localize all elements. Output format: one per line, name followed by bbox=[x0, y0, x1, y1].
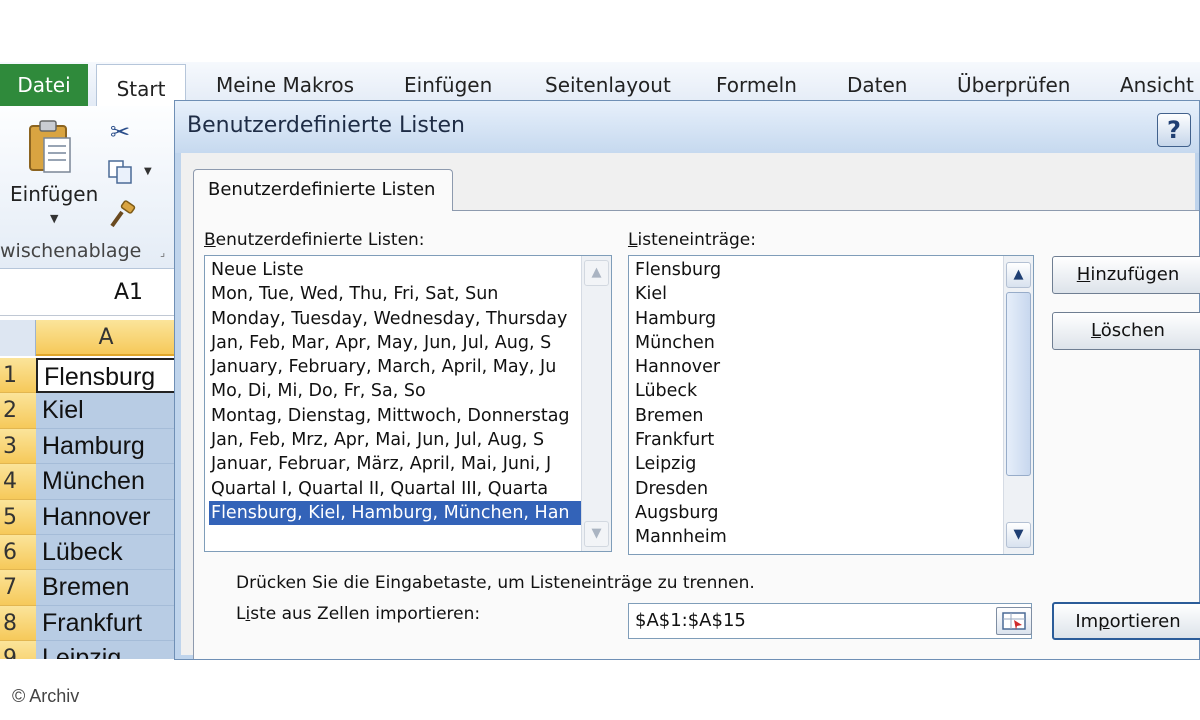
import-caption: Liste aus Zellen importieren: bbox=[236, 604, 481, 624]
list-entry: Bremen bbox=[635, 405, 704, 426]
list-item[interactable]: Monday, Tuesday, Wednesday, Thursday bbox=[209, 307, 581, 331]
list-item[interactable]: Januar, Februar, März, April, Mai, Juni,… bbox=[209, 452, 581, 476]
row-header[interactable]: 5 bbox=[0, 499, 36, 535]
list-item[interactable]: Jan, Feb, Mrz, Apr, Mai, Jun, Jul, Aug, … bbox=[209, 428, 581, 452]
dialog-title: Benutzerdefinierte Listen bbox=[187, 113, 465, 138]
custom-lists-caption: Benutzerdefinierte Listen: bbox=[204, 230, 425, 250]
tab-custom-lists[interactable]: Benutzerdefinierte Listen bbox=[193, 169, 453, 211]
row-header[interactable]: 2 bbox=[0, 393, 36, 429]
collapse-dialog-button[interactable] bbox=[996, 607, 1032, 635]
list-entry: Kiel bbox=[635, 284, 667, 305]
table-row: 5 Hannover bbox=[0, 499, 176, 535]
cell[interactable]: Leipzig bbox=[36, 641, 176, 660]
sheet-rows: 1 Flensburg 2 Kiel 3 Hamburg 4 München 5 Hann… bbox=[0, 358, 176, 660]
table-row: 8 Frankfurt bbox=[0, 605, 176, 642]
custom-lists-listbox[interactable]: Neue Liste Mon, Tue, Wed, Thu, Fri, Sat, … bbox=[204, 255, 612, 552]
row-header[interactable]: 4 bbox=[0, 464, 36, 500]
cell[interactable]: Flensburg bbox=[36, 358, 176, 394]
copyright-watermark: © Archiv bbox=[12, 686, 80, 706]
list-entry: Hannover bbox=[635, 357, 721, 378]
range-select-icon bbox=[1002, 612, 1026, 630]
dialog-titlebar[interactable]: Benutzerdefinierte Listen ? bbox=[175, 101, 1199, 153]
list-entry: Leipzig bbox=[635, 454, 697, 475]
copy-icon[interactable] bbox=[108, 160, 134, 184]
list-item[interactable]: Montag, Dienstag, Mittwoch, Donnerstag bbox=[209, 404, 581, 428]
help-button[interactable]: ? bbox=[1157, 113, 1191, 147]
row-header[interactable]: 7 bbox=[0, 570, 36, 606]
cell[interactable]: Bremen bbox=[36, 570, 176, 606]
custom-lists-items: Neue Liste Mon, Tue, Wed, Thu, Fri, Sat, … bbox=[209, 258, 581, 526]
row-header[interactable]: 8 bbox=[0, 605, 36, 642]
dialog-launcher-icon[interactable]: ⌟ bbox=[160, 246, 165, 259]
select-all-corner[interactable] bbox=[0, 320, 36, 356]
list-entries-items: Flensburg Kiel Hamburg München Hannover Lübec… bbox=[633, 258, 1003, 550]
cell[interactable]: Frankfurt bbox=[36, 605, 176, 642]
separator-hint: Drücken Sie die Eingabetaste, um Listene… bbox=[236, 573, 755, 593]
list-entry: Dresden bbox=[635, 478, 709, 499]
table-row: 2 Kiel bbox=[0, 393, 176, 429]
name-box-value: A1 bbox=[114, 280, 144, 305]
list-item[interactable]: Jan, Feb, Mar, Apr, May, Jun, Jul, Aug, … bbox=[209, 331, 581, 355]
row-header[interactable]: 9 bbox=[0, 641, 36, 660]
chevron-down-icon[interactable]: ▼ bbox=[144, 166, 152, 177]
list-entry: München bbox=[635, 332, 715, 353]
row-header[interactable]: 3 bbox=[0, 428, 36, 465]
import-range-input[interactable]: $A$1:$A$15 bbox=[628, 603, 1032, 639]
list-entry: Augsburg bbox=[635, 502, 719, 523]
scroll-up-icon[interactable]: ▲ bbox=[584, 260, 609, 286]
cell[interactable]: München bbox=[36, 464, 176, 500]
tab-start[interactable]: Start bbox=[96, 64, 186, 112]
scroll-down-icon[interactable]: ▼ bbox=[1006, 522, 1031, 548]
scroll-down-icon[interactable]: ▼ bbox=[584, 521, 609, 547]
list-entry: Lübeck bbox=[635, 381, 698, 402]
custom-lists-scrollbar[interactable]: ▲ ▼ bbox=[581, 256, 611, 551]
tab-datei[interactable]: Datei bbox=[0, 64, 88, 106]
list-entries-scrollbar[interactable]: ▲ ▼ bbox=[1003, 256, 1033, 554]
list-item[interactable]: Neue Liste bbox=[209, 258, 581, 282]
add-button[interactable]: Hinzufügen bbox=[1052, 256, 1200, 294]
row-header[interactable]: 1 bbox=[0, 358, 36, 394]
list-entries-textbox[interactable]: Flensburg Kiel Hamburg München Hannover Lübec… bbox=[628, 255, 1034, 555]
clipboard-group-label: wischenablage bbox=[0, 240, 142, 262]
table-row: 6 Lübeck bbox=[0, 534, 176, 571]
cell[interactable]: Hamburg bbox=[36, 428, 176, 465]
list-entry: Frankfurt bbox=[635, 430, 715, 451]
list-item[interactable]: January, February, March, April, May, Ju bbox=[209, 355, 581, 379]
table-row: 9 Leipzig bbox=[0, 641, 176, 660]
scroll-thumb[interactable] bbox=[1006, 292, 1031, 476]
format-painter-icon[interactable] bbox=[108, 200, 138, 230]
list-entries-caption: Listeneinträge: bbox=[628, 230, 756, 250]
delete-button[interactable]: Löschen bbox=[1052, 312, 1200, 350]
paste-button-label[interactable]: Einfügen bbox=[10, 182, 98, 206]
list-item[interactable]: Mo, Di, Mi, Do, Fr, Sa, So bbox=[209, 379, 581, 403]
cell[interactable]: Lübeck bbox=[36, 534, 176, 571]
import-button[interactable]: Importieren bbox=[1052, 602, 1200, 640]
name-box[interactable]: A1 bbox=[0, 270, 176, 316]
clipboard-paste-icon[interactable] bbox=[28, 118, 72, 174]
scroll-up-icon[interactable]: ▲ bbox=[1006, 262, 1031, 288]
table-row: 1 Flensburg bbox=[0, 358, 176, 394]
column-header-a[interactable]: A bbox=[36, 320, 176, 356]
list-entry: Hamburg bbox=[635, 308, 717, 329]
table-row: 7 Bremen bbox=[0, 570, 176, 606]
list-item[interactable]: Flensburg, Kiel, Hamburg, München, Han bbox=[209, 500, 581, 526]
scissors-icon[interactable]: ✂ bbox=[110, 118, 130, 146]
row-header[interactable]: 6 bbox=[0, 534, 36, 571]
chevron-down-icon[interactable]: ▼ bbox=[50, 212, 58, 225]
cell[interactable]: Kiel bbox=[36, 393, 176, 429]
list-entry: Flensburg bbox=[635, 260, 722, 280]
list-item[interactable]: Quartal I, Quartal II, Quartal III, Quar… bbox=[209, 477, 581, 501]
cell[interactable]: Hannover bbox=[36, 499, 176, 535]
list-item[interactable]: Mon, Tue, Wed, Thu, Fri, Sat, Sun bbox=[209, 282, 581, 306]
table-row: 4 München bbox=[0, 464, 176, 500]
list-entry: Mannheim bbox=[635, 527, 727, 548]
table-row: 3 Hamburg bbox=[0, 428, 176, 465]
